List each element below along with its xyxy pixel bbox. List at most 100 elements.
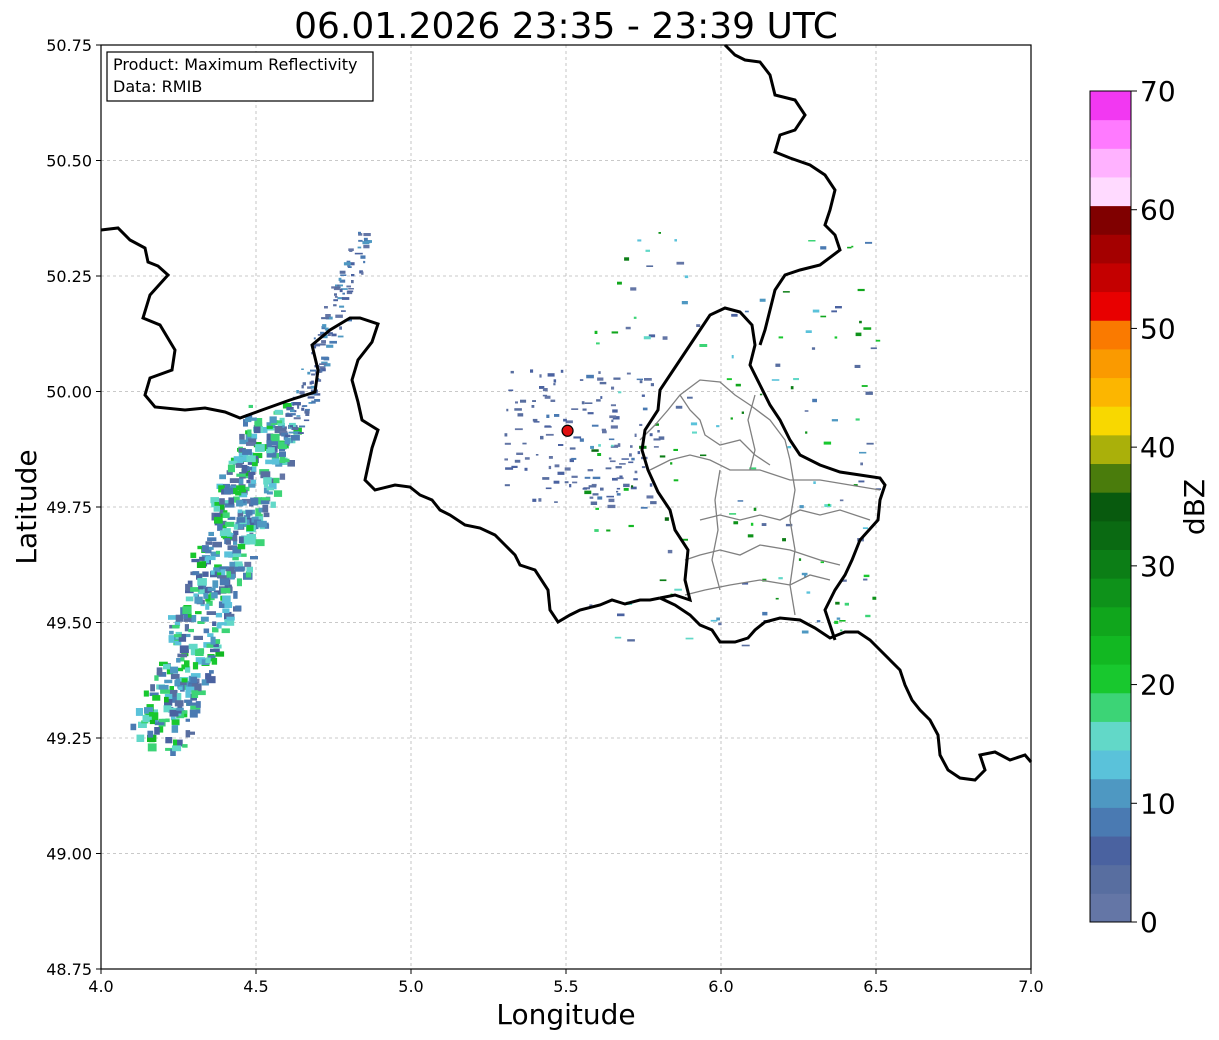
echo-cell (210, 648, 220, 653)
echo-cell (616, 490, 619, 493)
echo-cell (224, 602, 233, 608)
echo-cell (700, 454, 707, 457)
echo-cell (608, 457, 612, 460)
echo-cell (147, 730, 154, 738)
colorbar-segment (1090, 549, 1131, 579)
echo-cell (744, 310, 749, 313)
colorbar-segment (1090, 262, 1131, 293)
echo-cell (158, 684, 169, 690)
echo-cell (188, 643, 198, 650)
echo-cell (718, 622, 722, 626)
echo-cell (326, 344, 334, 348)
y-tick-label: 48.75 (46, 960, 92, 979)
echo-cell (296, 390, 299, 394)
echo-cell (639, 380, 643, 384)
echo-cell (808, 240, 816, 242)
echo-cell (793, 378, 799, 381)
echo-cell (234, 566, 245, 572)
echo-cell (582, 487, 587, 490)
echo-cell (176, 658, 181, 663)
echo-cell (835, 306, 842, 309)
echo-cell (226, 616, 235, 621)
colorbar-segment (1090, 807, 1131, 837)
echo-cell (175, 614, 184, 622)
echo-cell (250, 497, 259, 506)
echo-cell (658, 436, 665, 440)
echo-cell (165, 737, 173, 744)
echo-cell (865, 391, 873, 395)
echo-cell (208, 531, 214, 536)
echo-cell (608, 498, 615, 503)
colorbar-tick-label: 60 (1140, 194, 1176, 227)
echo-cell (685, 637, 694, 640)
echo-cell (542, 388, 548, 392)
echo-cell (270, 433, 280, 442)
echo-cell (346, 285, 351, 288)
colorbar-tick-label: 30 (1140, 550, 1176, 583)
echo-cell (337, 284, 340, 287)
echo-cell (524, 467, 528, 471)
colorbar-segment (1090, 91, 1131, 121)
echo-cell (206, 676, 216, 684)
echo-cell (257, 520, 267, 528)
colorbar-segment (1090, 664, 1131, 694)
echo-cell (266, 491, 273, 495)
echo-cell (169, 686, 174, 691)
echo-cell (730, 417, 733, 420)
echo-cell (212, 580, 219, 588)
echo-cell (223, 528, 231, 536)
echo-cell (271, 458, 280, 465)
echo-cell (827, 503, 830, 506)
echo-cell (341, 297, 350, 300)
x-tick-label: 5.0 (398, 977, 423, 996)
echo-cell (186, 702, 197, 706)
echo-cell (260, 471, 271, 479)
echo-cell (855, 332, 862, 337)
echo-cell (504, 442, 511, 445)
echo-cell (223, 487, 234, 495)
echo-cell (531, 405, 535, 408)
echo-cell (361, 271, 364, 275)
echo-cell (532, 400, 536, 402)
echo-cell (834, 336, 838, 339)
echo-cell (154, 675, 159, 681)
colorbar-segment (1090, 893, 1131, 923)
echo-cell (263, 512, 270, 518)
echo-cell (582, 408, 587, 411)
echo-cell (246, 455, 256, 463)
echo-cell (225, 521, 235, 527)
echo-cell (594, 529, 599, 532)
echo-cell (504, 433, 508, 437)
echo-cell (154, 727, 160, 735)
echo-cell (611, 419, 614, 423)
echo-cell (334, 293, 337, 296)
echo-cell (628, 524, 634, 528)
echo-cell (731, 355, 734, 359)
echo-cell (150, 684, 155, 692)
echo-cell (820, 246, 827, 250)
echo-cell (299, 425, 306, 428)
echo-cell (185, 718, 190, 722)
echo-cell (219, 566, 229, 570)
echo-cell (299, 390, 305, 395)
echo-cell (759, 393, 763, 396)
echo-cell (539, 374, 542, 378)
echo-cell (548, 456, 553, 459)
echo-cell (232, 534, 238, 542)
echo-cell (296, 415, 301, 417)
echo-cell (319, 343, 326, 346)
echo-cell (321, 340, 326, 344)
echo-cell (618, 391, 622, 394)
echo-cell (569, 447, 576, 450)
echo-cell (865, 614, 871, 618)
echo-cell (673, 448, 678, 451)
echo-cell (236, 473, 246, 477)
x-tick-label: 6.0 (708, 977, 733, 996)
echo-cell (168, 615, 177, 620)
echo-cell (363, 233, 371, 237)
echo-cell (731, 313, 738, 317)
echo-cell (636, 378, 643, 381)
echo-cell (238, 536, 244, 544)
echo-cell (149, 712, 154, 717)
echo-cell (782, 538, 786, 542)
